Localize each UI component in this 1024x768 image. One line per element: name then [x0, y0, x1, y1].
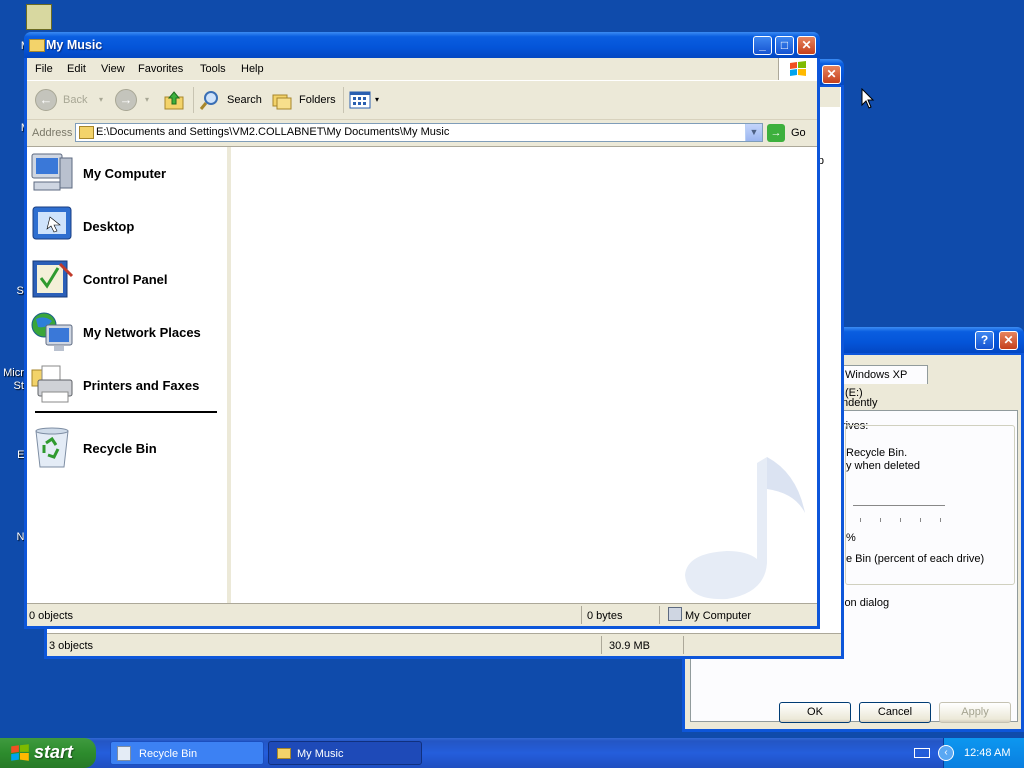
status-separator — [683, 636, 684, 654]
slider-ticks — [860, 518, 945, 522]
folders-icon — [272, 94, 292, 110]
window-title: My Music — [46, 38, 103, 52]
my-computer-icon — [668, 607, 682, 621]
taskbar-item-recycle-bin[interactable]: Recycle Bin — [110, 741, 264, 765]
windows-flag-icon — [820, 87, 840, 107]
taskbar: start Recycle Bin My Music ‹ 12:48 AM — [0, 738, 1024, 768]
deleted-text: y when deleted — [846, 460, 920, 472]
nav-item-recycle-bin[interactable]: Recycle Bin — [30, 423, 225, 473]
nav-item-control-panel[interactable]: Control Panel — [30, 254, 225, 304]
tray-expand-icon[interactable]: ‹ — [938, 745, 954, 761]
nav-item-my-network-places[interactable]: My Network Places — [30, 307, 225, 357]
menu-file[interactable]: File — [35, 63, 53, 75]
views-button[interactable]: ▾ — [349, 89, 383, 111]
desktop-icon — [32, 206, 72, 240]
status-separator — [581, 606, 582, 624]
desktop-icon-top[interactable] — [26, 4, 52, 30]
go-arrow-icon: → — [767, 124, 785, 142]
nav-divider — [35, 411, 217, 413]
back-arrow-icon: ← — [35, 89, 57, 111]
folder-icon — [277, 748, 291, 759]
up-folder-button[interactable] — [163, 89, 187, 111]
views-dropdown-icon[interactable]: ▾ — [375, 89, 379, 111]
status-size: 30.9 MB — [609, 640, 650, 652]
independently-text[interactable]: ndently — [842, 397, 877, 409]
my-music-window: My Music _ □ ✕ File Edit View Favorites … — [24, 32, 820, 629]
cancel-button[interactable]: Cancel — [859, 702, 931, 723]
standard-toolbar: ← Back ▾ → ▾ Search Folders ▾ — [27, 81, 817, 120]
tab-windows-xp-e[interactable]: Windows XP (E:) — [842, 365, 928, 399]
status-bytes: 0 bytes — [587, 610, 623, 622]
minimize-button[interactable]: _ — [753, 36, 772, 55]
help-button[interactable]: ? — [975, 331, 994, 350]
menu-view[interactable]: View — [101, 63, 125, 75]
up-folder-icon — [164, 91, 184, 110]
nav-item-my-computer[interactable]: My Computer — [30, 148, 225, 198]
search-icon — [199, 91, 218, 110]
my-music-face: File Edit View Favorites Tools Help ← Ba… — [27, 58, 817, 626]
go-button[interactable]: → Go — [767, 123, 811, 143]
apply-button[interactable]: Apply — [939, 702, 1011, 723]
music-note-watermark-icon — [685, 457, 805, 600]
folders-button[interactable]: Folders — [271, 89, 336, 111]
system-tray: ‹ 12:48 AM — [938, 738, 1024, 768]
network-places-icon — [31, 312, 73, 351]
back-button[interactable]: ← Back ▾ — [35, 89, 105, 111]
address-label: Address — [32, 127, 73, 139]
nav-item-printers-and-faxes[interactable]: Printers and Faxes — [30, 360, 225, 410]
windows-flag-icon — [778, 58, 817, 80]
views-icon — [349, 91, 371, 109]
toolbar-separator — [193, 87, 194, 113]
taskbar-item-my-music[interactable]: My Music — [268, 741, 422, 765]
percent-text: % — [846, 532, 856, 544]
recycle-bin-icon — [35, 427, 69, 468]
menu-tools[interactable]: Tools — [200, 63, 226, 75]
menu-bar: File Edit View Favorites Tools Help — [27, 58, 817, 81]
menu-edit[interactable]: Edit — [67, 63, 86, 75]
status-separator — [601, 636, 602, 654]
close-button[interactable]: ✕ — [822, 65, 841, 84]
folder-icon — [29, 39, 45, 52]
mouse-cursor-icon — [861, 88, 875, 109]
navigation-pane: My Computer Desktop Control Panel My Net… — [27, 147, 231, 603]
address-path[interactable]: E:\Documents and Settings\VM2.COLLABNET\… — [96, 126, 449, 138]
control-panel-icon — [32, 260, 74, 298]
recycle-bin-icon — [117, 746, 131, 761]
start-button[interactable]: start — [0, 738, 96, 768]
printer-icon — [31, 365, 73, 403]
my-computer-icon — [31, 153, 73, 191]
recycle-text[interactable]: Recycle Bin. — [846, 447, 907, 459]
forward-button[interactable]: → ▾ — [115, 89, 151, 111]
address-dropdown-icon[interactable]: ▼ — [745, 124, 762, 141]
address-bar: Address E:\Documents and Settings\VM2.CO… — [27, 120, 817, 147]
search-button[interactable]: Search — [199, 89, 262, 111]
my-music-titlebar[interactable]: My Music _ □ ✕ — [24, 32, 820, 58]
slider-track[interactable] — [853, 505, 945, 506]
file-list-pane[interactable] — [231, 147, 817, 603]
close-button[interactable]: ✕ — [999, 331, 1018, 350]
toolbar-separator — [343, 87, 344, 113]
back-dropdown-icon[interactable]: ▾ — [99, 89, 103, 111]
status-objects: 3 objects — [49, 640, 94, 652]
maximize-button[interactable]: □ — [775, 36, 794, 55]
menu-help[interactable]: Help — [241, 63, 264, 75]
folder-icon — [79, 126, 94, 139]
menu-favorites[interactable]: Favorites — [138, 63, 183, 75]
status-objects: 0 objects — [29, 610, 74, 622]
keyboard-icon[interactable] — [914, 748, 930, 758]
confirm-dialog-text[interactable]: ion dialog — [842, 597, 889, 609]
address-input[interactable]: E:\Documents and Settings\VM2.COLLABNET\… — [75, 123, 763, 142]
statusbar: 0 objects 0 bytes My Computer — [27, 603, 817, 626]
recycle-statusbar: 3 objects 30.9 MB — [47, 633, 841, 656]
forward-arrow-icon: → — [115, 89, 137, 111]
status-location: My Computer — [685, 610, 752, 622]
ok-button[interactable]: OK — [779, 702, 851, 723]
bin-percent-text: e Bin (percent of each drive) — [846, 553, 985, 565]
clock[interactable]: 12:48 AM — [964, 747, 1010, 759]
nav-item-desktop[interactable]: Desktop — [30, 201, 225, 251]
windows-logo-icon — [11, 744, 29, 761]
close-button[interactable]: ✕ — [797, 36, 816, 55]
forward-dropdown-icon[interactable]: ▾ — [145, 89, 149, 111]
status-separator — [659, 606, 660, 624]
